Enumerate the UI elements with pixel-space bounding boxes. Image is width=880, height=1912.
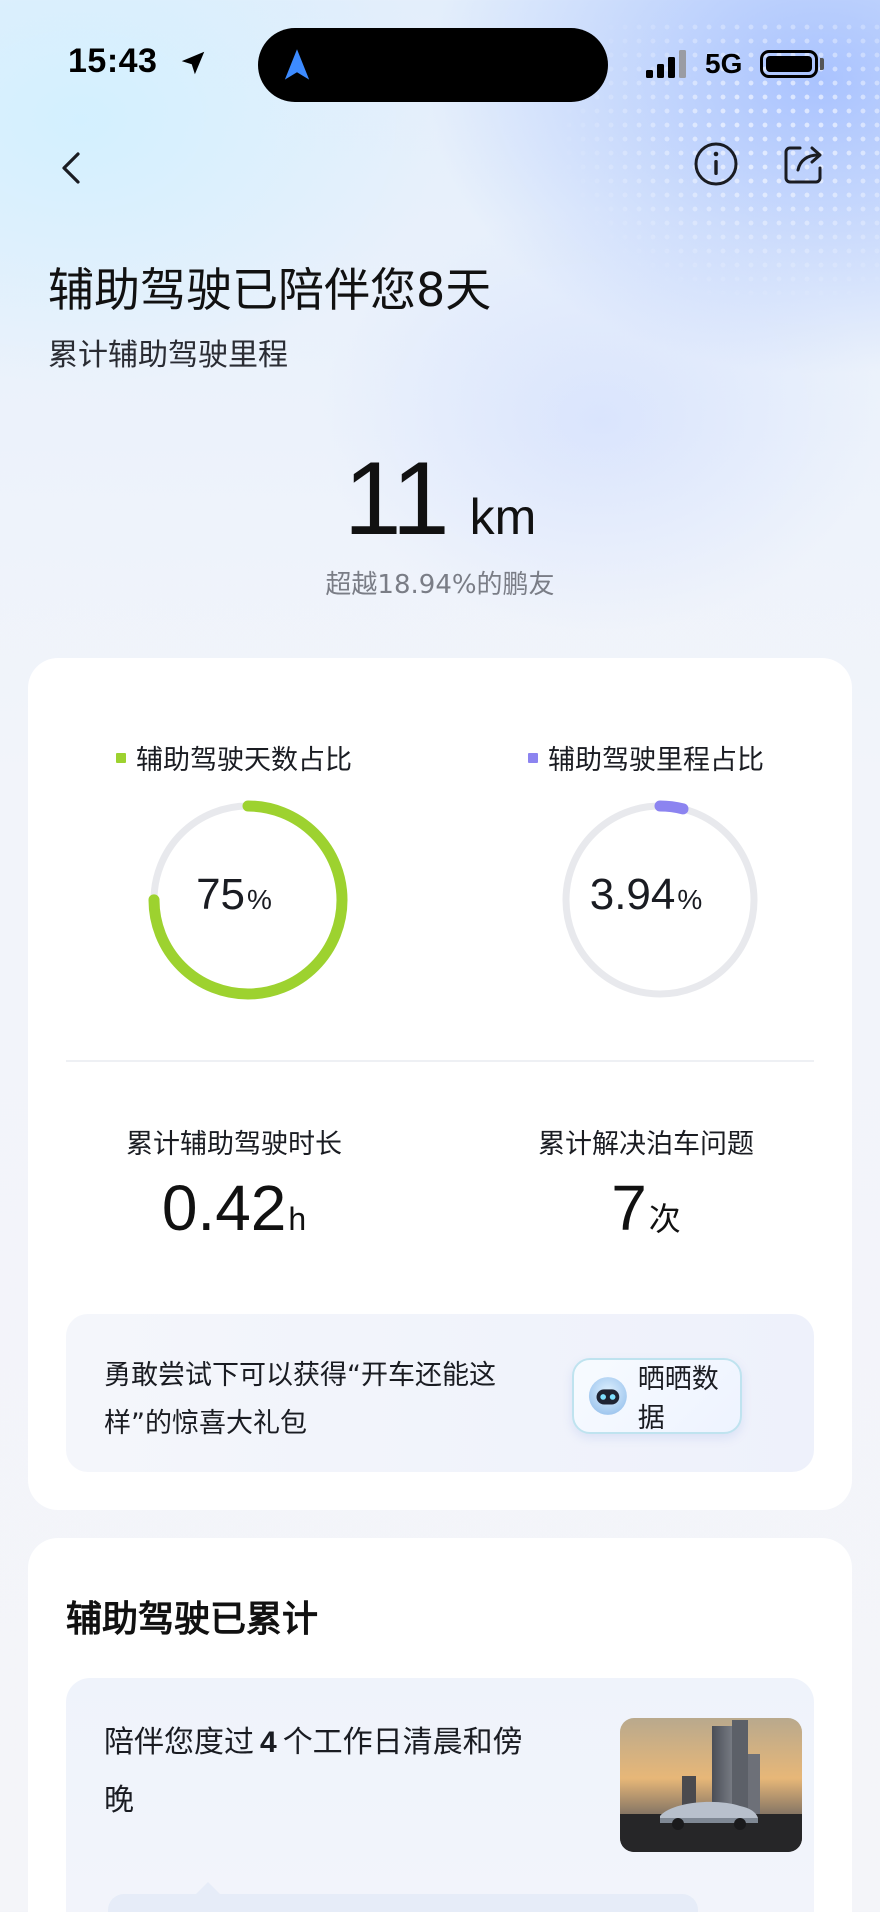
- mileage-rank: 超越18.94%的鹏友: [325, 570, 555, 600]
- stats-card: 辅助驾驶天数占比 75% 辅助驾驶里程占比 3.94% 累计辅助驾驶时长 0.4…: [28, 658, 852, 1510]
- ratio-mileage-unit: %: [677, 884, 703, 915]
- stat-duration-number: 0.42: [161, 1172, 287, 1244]
- back-icon[interactable]: [52, 148, 92, 188]
- battery-icon: [760, 50, 818, 78]
- ratio-days: 辅助驾驶天数占比 75%: [28, 738, 440, 1000]
- mileage-subtitle: 累计辅助驾驶里程: [48, 338, 288, 373]
- legend-dot-green: [116, 752, 126, 763]
- ratio-days-legend: 辅助驾驶天数占比: [28, 738, 440, 777]
- ratio-mileage-value: 3.94%: [440, 870, 852, 920]
- stat-duration-unit: h: [288, 1201, 307, 1237]
- stat-parking: 累计解决泊车问题 7次: [440, 1122, 852, 1245]
- bubble-tip: [196, 1882, 220, 1894]
- stat-parking-label: 累计解决泊车问题: [538, 1129, 754, 1160]
- legend-dot-purple: [528, 752, 538, 763]
- status-time: 15:43: [68, 42, 158, 80]
- share-data-button[interactable]: 晒晒数据: [572, 1358, 742, 1434]
- summary-item-text: 陪伴您度过 4 个工作日清晨和傍晚: [104, 1714, 534, 1830]
- battery-tip: [820, 58, 824, 70]
- stat-duration: 累计辅助驾驶时长 0.42h: [28, 1122, 440, 1245]
- share-icon[interactable]: [780, 140, 828, 188]
- stat-duration-value: 0.42h: [28, 1171, 440, 1245]
- dynamic-island: [258, 28, 608, 102]
- stat-parking-number: 7: [611, 1172, 647, 1244]
- stat-parking-value: 7次: [440, 1171, 852, 1245]
- mileage-display: 11 km: [0, 440, 880, 559]
- location-arrow-icon: [181, 51, 205, 75]
- navigation-icon: [284, 49, 310, 80]
- info-icon[interactable]: [692, 140, 740, 188]
- summary-item: 陪伴您度过 4 个工作日清晨和傍晚: [66, 1678, 814, 1912]
- ratio-mileage-legend: 辅助驾驶里程占比: [440, 738, 852, 777]
- summary-item-count: 4: [260, 1726, 277, 1759]
- ratio-mileage-number: 3.94: [589, 870, 676, 919]
- summary-title: 辅助驾驶已累计: [66, 1599, 319, 1640]
- ratio-mileage-label: 辅助驾驶里程占比: [548, 745, 764, 776]
- page-title: 辅助驾驶已陪伴您8天: [48, 263, 492, 317]
- stat-duration-label: 累计辅助驾驶时长: [126, 1129, 342, 1160]
- signal-icon: [646, 50, 686, 78]
- mileage-unit: km: [469, 489, 537, 545]
- summary-item-prefix: 陪伴您度过: [104, 1725, 254, 1760]
- promo-text: 勇敢尝试下可以获得“开车还能这样”的惊喜大礼包: [104, 1360, 496, 1439]
- ratio-days-label: 辅助驾驶天数占比: [136, 745, 352, 776]
- share-data-button-label: 晒晒数据: [637, 1364, 719, 1434]
- ratio-days-number: 75: [196, 870, 246, 919]
- summary-card: 辅助驾驶已累计 陪伴您度过 4 个工作日清晨和傍晚: [28, 1538, 852, 1912]
- summary-bubble: [108, 1894, 698, 1912]
- ratio-days-value: 75%: [28, 870, 440, 920]
- stat-parking-unit: 次: [648, 1201, 681, 1237]
- network-type: 5G: [705, 48, 743, 79]
- robot-avatar-icon: [588, 1377, 627, 1415]
- ratio-days-unit: %: [247, 884, 272, 915]
- divider: [66, 1060, 814, 1062]
- car-city-image: [620, 1718, 802, 1852]
- mileage-value: 11: [343, 441, 450, 557]
- promo-banner: 勇敢尝试下可以获得“开车还能这样”的惊喜大礼包 晒晒数据: [66, 1314, 814, 1472]
- ratio-mileage: 辅助驾驶里程占比 3.94%: [440, 738, 852, 1000]
- status-bar: 15:43 5G: [0, 0, 880, 120]
